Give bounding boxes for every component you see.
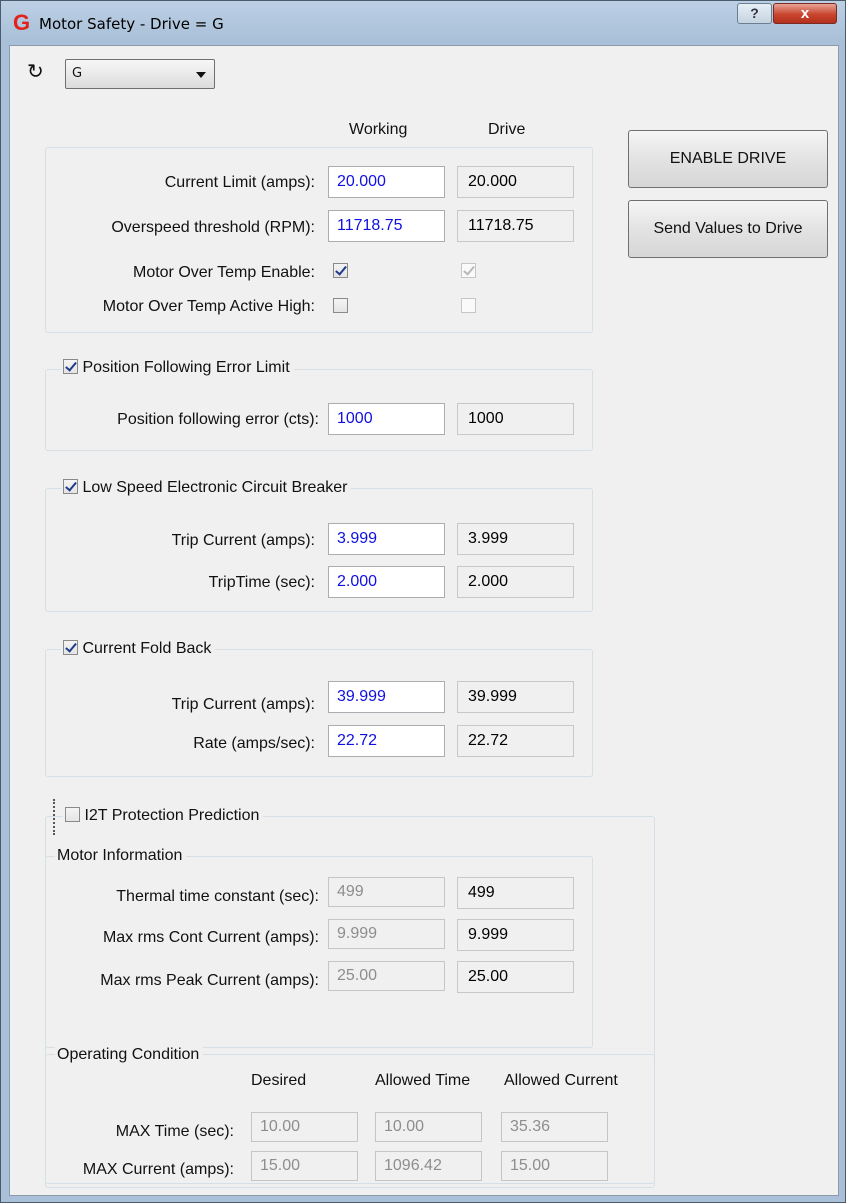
thermal-input: 499 <box>328 877 445 907</box>
cb-trip-current-label: Trip Current (amps): <box>171 532 315 549</box>
position-following-checkbox[interactable] <box>63 359 78 374</box>
column-header-drive: Drive <box>488 121 526 138</box>
max-peak-input: 25.00 <box>328 961 445 991</box>
cb-trip-current-drive-value: 3.999 <box>457 523 574 555</box>
current-limit-input[interactable]: 20.000 <box>328 166 445 198</box>
max-current-allowed-time: 1096.42 <box>375 1151 482 1181</box>
overspeed-drive-value: 11718.75 <box>457 210 574 242</box>
overspeed-label: Overspeed threshold (RPM): <box>111 219 315 236</box>
max-time-label: MAX Time (sec): <box>115 1123 234 1140</box>
over-temp-active-high-checkbox[interactable] <box>333 298 348 313</box>
thermal-drive-value: 499 <box>457 877 574 909</box>
close-button[interactable]: x <box>773 3 837 24</box>
chevron-down-icon <box>196 72 206 78</box>
i2t-title-text: I2T Protection Prediction <box>84 807 260 824</box>
max-cont-input: 9.999 <box>328 919 445 949</box>
max-peak-label: Max rms Peak Current (amps): <box>100 972 319 989</box>
cb-trip-time-drive-value: 2.000 <box>457 566 574 598</box>
current-limit-drive-value: 20.000 <box>457 166 574 198</box>
fold-back-title: Current Fold Back <box>61 640 216 658</box>
i2t-title: I2T Protection Prediction <box>63 807 264 825</box>
max-cont-label: Max rms Cont Current (amps): <box>102 929 319 946</box>
enable-drive-button[interactable]: ENABLE DRIVE <box>628 130 828 188</box>
column-header-working: Working <box>349 121 408 138</box>
header-desired: Desired <box>251 1072 307 1089</box>
circuit-breaker-title-text: Low Speed Electronic Circuit Breaker <box>82 479 348 496</box>
motor-info-title: Motor Information <box>55 847 187 865</box>
position-following-title-text: Position Following Error Limit <box>82 359 290 376</box>
circuit-breaker-checkbox[interactable] <box>63 479 78 494</box>
help-button[interactable]: ? <box>737 3 772 24</box>
position-error-input[interactable]: 1000 <box>328 403 445 435</box>
max-time-desired: 10.00 <box>251 1112 358 1142</box>
over-temp-enable-checkbox[interactable] <box>333 263 348 278</box>
fb-rate-drive-value: 22.72 <box>457 725 574 757</box>
drive-select-value: G <box>72 66 83 81</box>
current-limit-label: Current Limit (amps): <box>164 174 315 191</box>
position-following-title: Position Following Error Limit <box>61 359 294 377</box>
over-temp-enable-drive-checkbox <box>461 263 476 278</box>
max-current-allowed-current: 15.00 <box>501 1151 608 1181</box>
max-current-label: MAX Current (amps): <box>82 1161 234 1178</box>
header-allowed-current: Allowed Current <box>504 1072 618 1089</box>
fb-rate-input[interactable]: 22.72 <box>328 725 445 757</box>
drive-select[interactable]: G <box>65 59 215 89</box>
cb-trip-time-label: TripTime (sec): <box>208 574 315 591</box>
thermal-label: Thermal time constant (sec): <box>116 888 319 905</box>
circuit-breaker-title: Low Speed Electronic Circuit Breaker <box>61 479 352 497</box>
fb-rate-label: Rate (amps/sec): <box>193 735 315 752</box>
refresh-icon[interactable]: ↻ <box>27 59 44 84</box>
cb-trip-time-input[interactable]: 2.000 <box>328 566 445 598</box>
title-bar[interactable]: G Motor Safety - Drive = G ? x <box>1 1 846 45</box>
max-cont-drive-value: 9.999 <box>457 919 574 951</box>
over-temp-enable-label: Motor Over Temp Enable: <box>132 264 315 281</box>
over-temp-active-high-label: Motor Over Temp Active High: <box>102 298 315 315</box>
position-error-drive-value: 1000 <box>457 403 574 435</box>
fold-back-title-text: Current Fold Back <box>82 640 212 657</box>
motor-safety-window: G Motor Safety - Drive = G ? x ↻ G Worki… <box>0 0 846 1203</box>
position-error-label: Position following error (cts): <box>117 411 319 428</box>
max-current-desired: 15.00 <box>251 1151 358 1181</box>
overspeed-input[interactable]: 11718.75 <box>328 210 445 242</box>
operating-title: Operating Condition <box>55 1046 204 1064</box>
fb-trip-current-input[interactable]: 39.999 <box>328 681 445 713</box>
max-peak-drive-value: 25.00 <box>457 961 574 993</box>
max-time-allowed-current: 35.36 <box>501 1112 608 1142</box>
cb-trip-current-input[interactable]: 3.999 <box>328 523 445 555</box>
max-time-allowed-time: 10.00 <box>375 1112 482 1142</box>
app-logo-icon: G <box>13 10 31 35</box>
fold-back-checkbox[interactable] <box>63 640 78 655</box>
send-values-button[interactable]: Send Values to Drive <box>628 200 828 258</box>
i2t-checkbox[interactable] <box>65 807 80 822</box>
fb-trip-current-label: Trip Current (amps): <box>171 696 315 713</box>
fb-trip-current-drive-value: 39.999 <box>457 681 574 713</box>
header-allowed-time: Allowed Time <box>375 1072 471 1089</box>
window-title: Motor Safety - Drive = G <box>39 15 224 33</box>
over-temp-active-high-drive-checkbox <box>461 298 476 313</box>
